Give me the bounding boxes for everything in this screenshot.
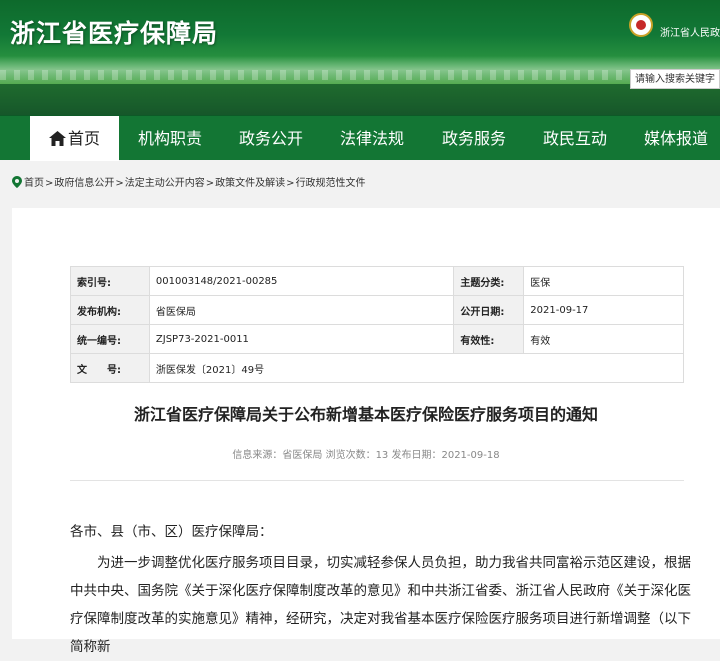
meta-key-index: 索引号:	[70, 266, 150, 296]
breadcrumb-normative-files[interactable]: 行政规范性文件	[296, 178, 366, 189]
document-paragraph: 为进一步调整优化医疗服务项目目录，切实减轻参保人员负担，助力我省共同富裕示范区建…	[70, 555, 691, 655]
nav-item-interaction[interactable]: 政民互动	[543, 116, 607, 161]
breadcrumb-statutory[interactable]: 法定主动公开内容	[125, 178, 205, 189]
site-header: 浙江省医疗保障局 浙江省人民政府	[0, 0, 720, 115]
nav-item-media[interactable]: 媒体报道	[644, 116, 708, 161]
meta-value-validity: 有效	[523, 324, 684, 354]
meta-key-publisher: 发布机构:	[70, 295, 150, 325]
nav-item-organization[interactable]: 机构职责	[138, 116, 202, 161]
breadcrumb-separator: >	[115, 178, 124, 189]
meta-key-validity: 有效性:	[453, 324, 525, 354]
breadcrumb-separator: >	[45, 178, 54, 189]
breadcrumb-gov-info[interactable]: 政府信息公开	[54, 178, 114, 189]
table-row: 统一编号: ZJSP73-2021-0011 有效性: 有效	[70, 324, 684, 354]
breadcrumb-home[interactable]: 首页	[24, 178, 44, 189]
main-nav: 首页 机构职责 政务公开 法律法规 政务服务 政民互动 媒体报道	[0, 115, 720, 161]
document-body: 各市、县（市、区）医疗保障局： 为进一步调整优化医疗服务项目目录，切实减轻参保人…	[70, 518, 700, 661]
nav-item-home[interactable]: 首页	[30, 116, 119, 161]
header-banner-trees	[0, 84, 720, 115]
document-greeting: 各市、县（市、区）医疗保障局：	[70, 524, 273, 540]
site-title[interactable]: 浙江省医疗保障局	[10, 14, 218, 50]
breadcrumb-policy-files[interactable]: 政策文件及解读	[215, 178, 285, 189]
nav-item-label: 首页	[67, 129, 100, 148]
search-input[interactable]	[630, 69, 720, 89]
meta-value-unified-number: ZJSP73-2021-0011	[148, 324, 455, 354]
meta-key-publish-date: 公开日期:	[453, 295, 525, 325]
breadcrumb: 首页>政府信息公开>法定主动公开内容>政策文件及解读>行政规范性文件	[12, 174, 366, 189]
meta-value-publish-date: 2021-09-17	[523, 295, 684, 325]
breadcrumb-separator: >	[286, 178, 295, 189]
gov-portal-link[interactable]: 浙江省人民政府	[660, 24, 720, 39]
meta-key-unified-number: 统一编号:	[70, 324, 150, 354]
location-icon	[12, 176, 22, 188]
document-title: 浙江省医疗保障局关于公布新增基本医疗保险医疗服务项目的通知	[133, 405, 598, 424]
meta-key-doc-number: 文 号:	[70, 353, 150, 383]
nav-item-gov-affairs-open[interactable]: 政务公开	[239, 116, 303, 161]
home-icon	[48, 131, 66, 146]
article-content: 索引号: 001003148/2021-00285 主题分类: 医保 发布机构:…	[12, 208, 720, 655]
meta-key-topic: 主题分类:	[453, 266, 525, 296]
meta-value-index: 001003148/2021-00285	[148, 266, 455, 296]
document-info: 信息来源：省医保局 浏览次数：13 发布日期：2021-09-18	[232, 450, 500, 461]
meta-value-topic: 医保	[523, 266, 684, 296]
header-banner-shore	[0, 70, 720, 80]
table-row: 索引号: 001003148/2021-00285 主题分类: 医保	[70, 266, 684, 296]
nav-item-gov-services[interactable]: 政务服务	[442, 116, 506, 161]
divider	[70, 480, 684, 481]
meta-value-publisher: 省医保局	[148, 295, 455, 325]
breadcrumb-separator: >	[205, 178, 215, 189]
nav-item-laws[interactable]: 法律法规	[340, 116, 404, 161]
meta-value-doc-number: 浙医保发〔2021〕49号	[148, 353, 685, 383]
document-meta-table: 索引号: 001003148/2021-00285 主题分类: 医保 发布机构:…	[70, 266, 685, 383]
gov-emblem-icon[interactable]	[629, 13, 653, 37]
table-row: 发布机构: 省医保局 公开日期: 2021-09-17	[70, 295, 684, 325]
table-row: 文 号: 浙医保发〔2021〕49号	[70, 353, 685, 383]
